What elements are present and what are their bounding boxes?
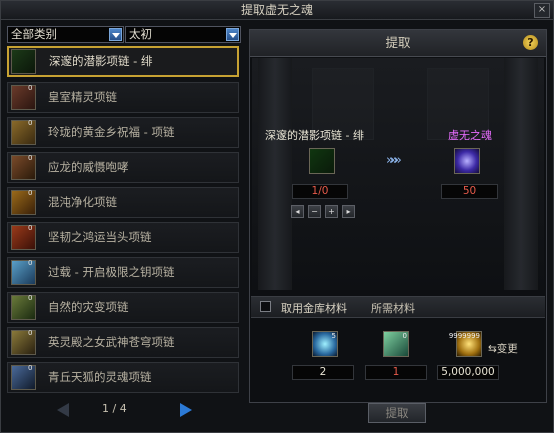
item-count-badge: 0 [28,84,33,92]
item-count-badge: 0 [28,224,33,232]
max-button[interactable]: ▸ [342,205,355,218]
next-page-arrow-icon[interactable] [180,403,192,417]
list-item-label: 皇室精灵项链 [48,90,117,104]
item-count-badge: 0 [28,119,33,127]
stone-pillar-decoration [258,58,292,290]
list-item-label: 深邃的潜影项链 - 绯 [49,54,153,68]
close-button[interactable]: × [534,3,550,18]
page-indicator: 1 / 4 [102,402,127,415]
panel-header: 提取 ? [250,30,546,57]
target-item-name: 虚无之魂 [448,129,492,142]
item-count-badge: 0 [28,189,33,197]
item-count-badge: 0 [28,329,33,337]
material-stock-badge: 9999999 [448,332,480,340]
window-title-text: 提取虚无之魂 [240,3,313,17]
target-count: 50 [441,184,498,199]
list-item-label: 坚韧之鸿运当头项链 [48,230,152,244]
item-count-badge: 0 [28,154,33,162]
help-icon[interactable]: ? [523,35,538,50]
extract-void-soul-window: 提取虚无之魂 × 全部类别 太初 深邃的潜影项链 - 绯 0 皇室精灵项链 0 … [0,0,554,433]
list-item-label: 应龙的威慑咆哮 [48,160,129,174]
gold-coins-icon: 9999999 [449,331,482,357]
panel-title: 提取 [385,35,411,50]
list-item-label: 过载 - 开启极限之钥项链 [48,265,175,279]
list-item[interactable]: 0 应龙的威慑咆哮 [7,152,239,183]
list-item[interactable]: 0 自然的灾变项链 [7,292,239,323]
item-count-badge: 0 [28,364,33,372]
material-stock-badge: 5 [331,332,336,340]
grade-value: 太初 [129,27,152,41]
list-item[interactable]: 0 青丘天狐的灵魂项链 [7,362,239,393]
list-item[interactable]: 0 英灵殿之女武神苍穹项链 [7,327,239,358]
list-item[interactable]: 0 混沌净化项链 [7,187,239,218]
source-item-slot[interactable] [309,148,335,174]
stone-pillar-decoration [504,58,538,290]
list-item-label: 混沌净化项链 [48,195,117,209]
list-item-label: 青丘天狐的灵魂项链 [48,370,152,384]
chevron-down-icon[interactable] [109,28,122,41]
use-storage-checkbox[interactable] [260,301,271,312]
min-button[interactable]: ◂ [291,205,304,218]
void-soul-icon [454,148,480,174]
grade-dropdown[interactable]: 太初 [125,26,241,43]
source-count: 1/0 [292,184,348,199]
list-item-label: 英灵殿之女武神苍穹项链 [48,335,175,349]
item-count-badge: 0 [28,294,33,302]
prev-page-arrow-icon[interactable] [57,403,69,417]
category-dropdown[interactable]: 全部类别 [7,26,124,43]
materials-bar: 取用金库材料 所需材料 [251,296,545,318]
material-count: 2 [292,365,354,380]
source-item-name: 深邃的潜影项链 - 绯 [265,129,364,142]
list-item[interactable]: 0 玲珑的黄金乡祝福 - 项链 [7,117,239,148]
increase-button[interactable]: + [325,205,338,218]
list-item[interactable]: 深邃的潜影项链 - 绯 [7,46,239,77]
chevron-down-icon[interactable] [226,28,239,41]
list-item[interactable]: 0 过载 - 开启极限之钥项链 [7,257,239,288]
list-item-label: 自然的灾变项链 [48,300,129,314]
exchange-button[interactable]: ⇆变更 [488,341,518,356]
convert-arrow-icon: »»» [386,153,402,168]
gold-cost: 5,000,000 [437,365,499,380]
window-title: 提取虚无之魂 × [1,1,553,20]
necklace-icon [11,49,36,74]
pagination: 1 / 4 [7,401,241,419]
list-item[interactable]: 0 皇室精灵项链 [7,82,239,113]
extract-button[interactable]: 提取 [368,403,426,423]
material-orb-icon: 5 [312,331,338,357]
required-materials-label: 所需材料 [371,302,415,315]
material-count: 1 [365,365,427,380]
extract-stage-background [252,58,544,290]
material-stock-badge: 0 [402,332,407,340]
item-count-badge: 0 [28,259,33,267]
decrease-button[interactable]: − [308,205,321,218]
list-item-label: 玲珑的黄金乡祝福 - 项链 [48,125,175,139]
list-item[interactable]: 0 坚韧之鸿运当头项链 [7,222,239,253]
use-storage-label: 取用金库材料 [281,302,347,315]
material-shard-icon: 0 [383,331,409,357]
category-value: 全部类别 [11,27,57,41]
